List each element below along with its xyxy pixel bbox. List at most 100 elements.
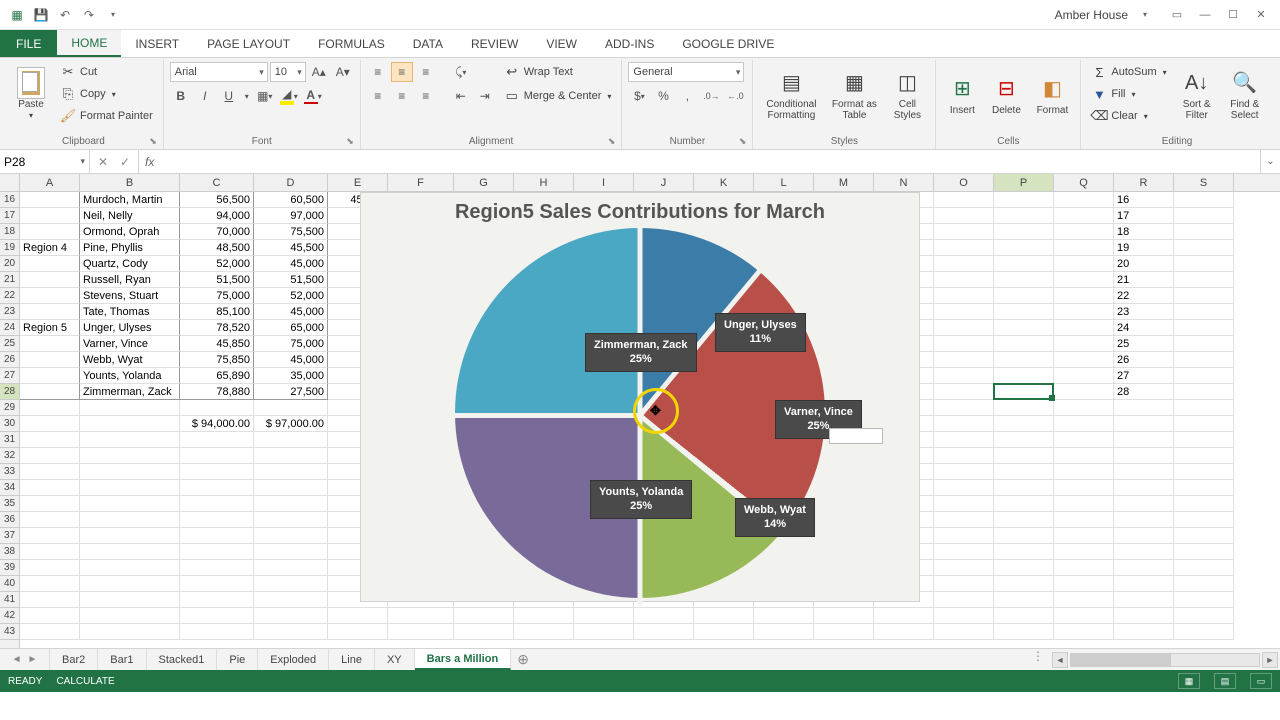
format-as-table-button[interactable]: ▦Format as Table: [827, 62, 881, 128]
cell-B22[interactable]: Stevens, Stuart: [80, 288, 180, 304]
sheet-tab-pie[interactable]: Pie: [217, 649, 258, 670]
alignment-launcher-icon[interactable]: ⬊: [608, 136, 616, 147]
cell-P31[interactable]: [994, 432, 1054, 448]
align-bottom-icon[interactable]: ≡: [415, 62, 437, 82]
sheet-tab-xy[interactable]: XY: [375, 649, 415, 670]
insert-cells-button[interactable]: ⊞Insert: [942, 62, 982, 128]
cell-D27[interactable]: 35,000: [254, 368, 328, 384]
align-center-icon[interactable]: ≡: [391, 86, 413, 106]
formula-input[interactable]: [160, 150, 1260, 173]
cell-P38[interactable]: [994, 544, 1054, 560]
cell-A31[interactable]: [20, 432, 80, 448]
row-header-39[interactable]: 39: [0, 560, 19, 576]
cell-R39[interactable]: [1114, 560, 1174, 576]
cell-A23[interactable]: [20, 304, 80, 320]
format-painter-button[interactable]: 🖌Format Painter: [56, 106, 157, 126]
cell-R38[interactable]: [1114, 544, 1174, 560]
cell-I42[interactable]: [574, 608, 634, 624]
excel-icon[interactable]: ▦: [6, 4, 28, 26]
cell-C26[interactable]: 75,850: [180, 352, 254, 368]
cell-B40[interactable]: [80, 576, 180, 592]
cell-R32[interactable]: [1114, 448, 1174, 464]
expand-formula-bar-icon[interactable]: ⌄: [1260, 150, 1280, 173]
cell-P21[interactable]: [994, 272, 1054, 288]
tab-review[interactable]: REVIEW: [457, 30, 532, 57]
normal-view-icon[interactable]: ▦: [1178, 673, 1200, 689]
sheet-tab-exploded[interactable]: Exploded: [258, 649, 329, 670]
cell-D21[interactable]: 51,500: [254, 272, 328, 288]
user-dropdown-icon[interactable]: ▾: [1134, 4, 1156, 26]
cell-L43[interactable]: [754, 624, 814, 640]
cell-R34[interactable]: [1114, 480, 1174, 496]
cell-R20[interactable]: 20: [1114, 256, 1174, 272]
cell-Q38[interactable]: [1054, 544, 1114, 560]
row-header-20[interactable]: 20: [0, 256, 19, 272]
cell-P36[interactable]: [994, 512, 1054, 528]
cell-P22[interactable]: [994, 288, 1054, 304]
row-header-25[interactable]: 25: [0, 336, 19, 352]
cell-D32[interactable]: [254, 448, 328, 464]
cell-J43[interactable]: [634, 624, 694, 640]
select-all-corner[interactable]: [0, 174, 20, 191]
cell-D25[interactable]: 75,000: [254, 336, 328, 352]
ribbon-options-icon[interactable]: ▭: [1164, 5, 1190, 25]
cell-P24[interactable]: [994, 320, 1054, 336]
cell-D37[interactable]: [254, 528, 328, 544]
cell-P42[interactable]: [994, 608, 1054, 624]
cell-S23[interactable]: [1174, 304, 1234, 320]
cell-B16[interactable]: Murdoch, Martin: [80, 192, 180, 208]
cell-Q41[interactable]: [1054, 592, 1114, 608]
font-launcher-icon[interactable]: ⬊: [346, 136, 354, 147]
cell-R35[interactable]: [1114, 496, 1174, 512]
cell-S38[interactable]: [1174, 544, 1234, 560]
clipboard-launcher-icon[interactable]: ⬊: [149, 136, 157, 147]
cell-Q24[interactable]: [1054, 320, 1114, 336]
align-middle-icon[interactable]: ≡: [391, 62, 413, 82]
cell-D24[interactable]: 65,000: [254, 320, 328, 336]
cell-Q43[interactable]: [1054, 624, 1114, 640]
cell-S35[interactable]: [1174, 496, 1234, 512]
cell-C21[interactable]: 51,500: [180, 272, 254, 288]
cell-O41[interactable]: [934, 592, 994, 608]
row-header-31[interactable]: 31: [0, 432, 19, 448]
cell-B43[interactable]: [80, 624, 180, 640]
tab-split-handle[interactable]: ⋮: [1026, 649, 1050, 670]
paste-button[interactable]: Paste ▾: [10, 62, 52, 128]
sort-filter-button[interactable]: А↓Sort & Filter: [1175, 62, 1219, 128]
cell-A40[interactable]: [20, 576, 80, 592]
cell-styles-button[interactable]: ◫Cell Styles: [885, 62, 929, 128]
col-header-I[interactable]: I: [574, 174, 634, 191]
cell-A19[interactable]: Region 4: [20, 240, 80, 256]
cell-R33[interactable]: [1114, 464, 1174, 480]
cell-Q22[interactable]: [1054, 288, 1114, 304]
orientation-icon[interactable]: ⤹▾: [450, 62, 472, 82]
delete-cells-button[interactable]: ⊟Delete: [986, 62, 1026, 128]
increase-decimal-icon[interactable]: .0→: [700, 86, 722, 106]
cell-S19[interactable]: [1174, 240, 1234, 256]
cell-A21[interactable]: [20, 272, 80, 288]
cancel-formula-icon[interactable]: ✕: [94, 153, 112, 171]
border-button[interactable]: ▦▾: [254, 86, 276, 106]
cell-Q19[interactable]: [1054, 240, 1114, 256]
cell-O43[interactable]: [934, 624, 994, 640]
cell-B19[interactable]: Pine, Phyllis: [80, 240, 180, 256]
worksheet-grid[interactable]: ABCDEFGHIJKLMNOPQRS 16171819202122232425…: [0, 174, 1280, 648]
cell-A39[interactable]: [20, 560, 80, 576]
cell-G43[interactable]: [454, 624, 514, 640]
cell-O17[interactable]: [934, 208, 994, 224]
cell-B23[interactable]: Tate, Thomas: [80, 304, 180, 320]
cell-Q29[interactable]: [1054, 400, 1114, 416]
sheet-next-icon[interactable]: ►: [28, 654, 38, 665]
cell-B27[interactable]: Younts, Yolanda: [80, 368, 180, 384]
cell-A33[interactable]: [20, 464, 80, 480]
cell-A16[interactable]: [20, 192, 80, 208]
tab-data[interactable]: DATA: [399, 30, 457, 57]
cell-B34[interactable]: [80, 480, 180, 496]
cell-R29[interactable]: [1114, 400, 1174, 416]
cell-B20[interactable]: Quartz, Cody: [80, 256, 180, 272]
cell-S28[interactable]: [1174, 384, 1234, 400]
underline-dropdown-icon[interactable]: ▾: [242, 86, 252, 106]
qat-customize-icon[interactable]: ▾: [102, 4, 124, 26]
cell-D36[interactable]: [254, 512, 328, 528]
cell-S25[interactable]: [1174, 336, 1234, 352]
